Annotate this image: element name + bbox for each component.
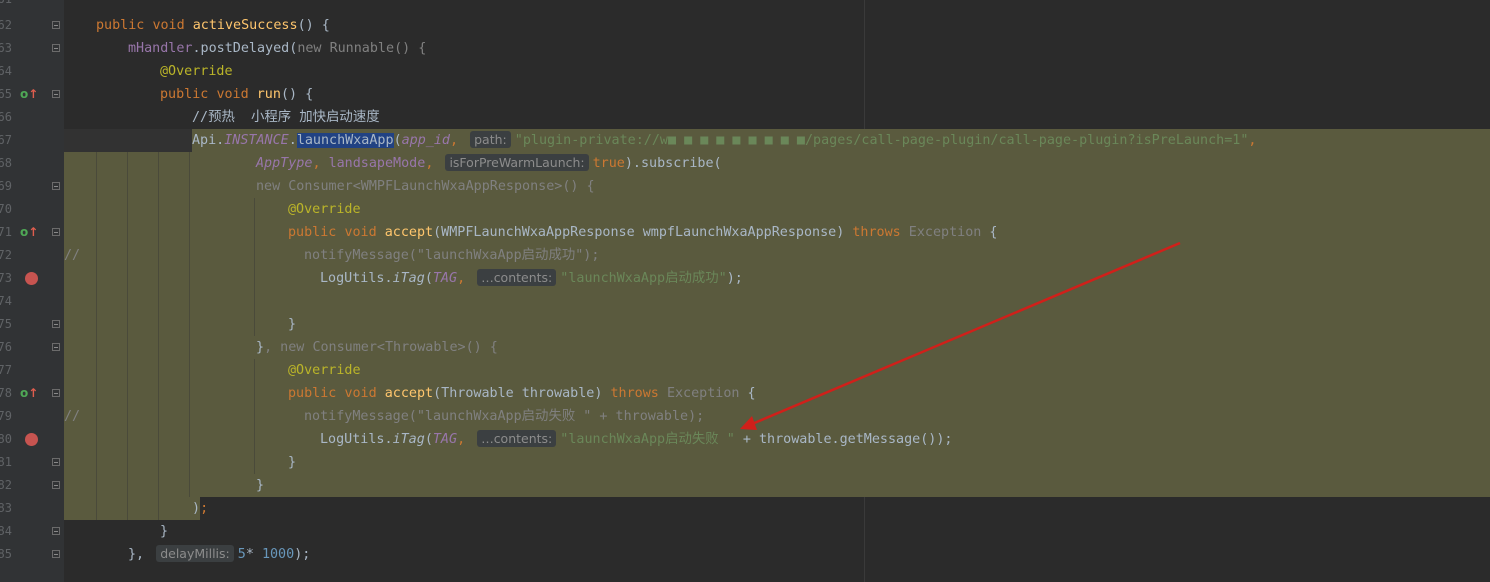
arrow-head bbox=[740, 416, 757, 430]
annotation-arrow bbox=[740, 241, 1181, 430]
arrow-line bbox=[751, 241, 1181, 426]
